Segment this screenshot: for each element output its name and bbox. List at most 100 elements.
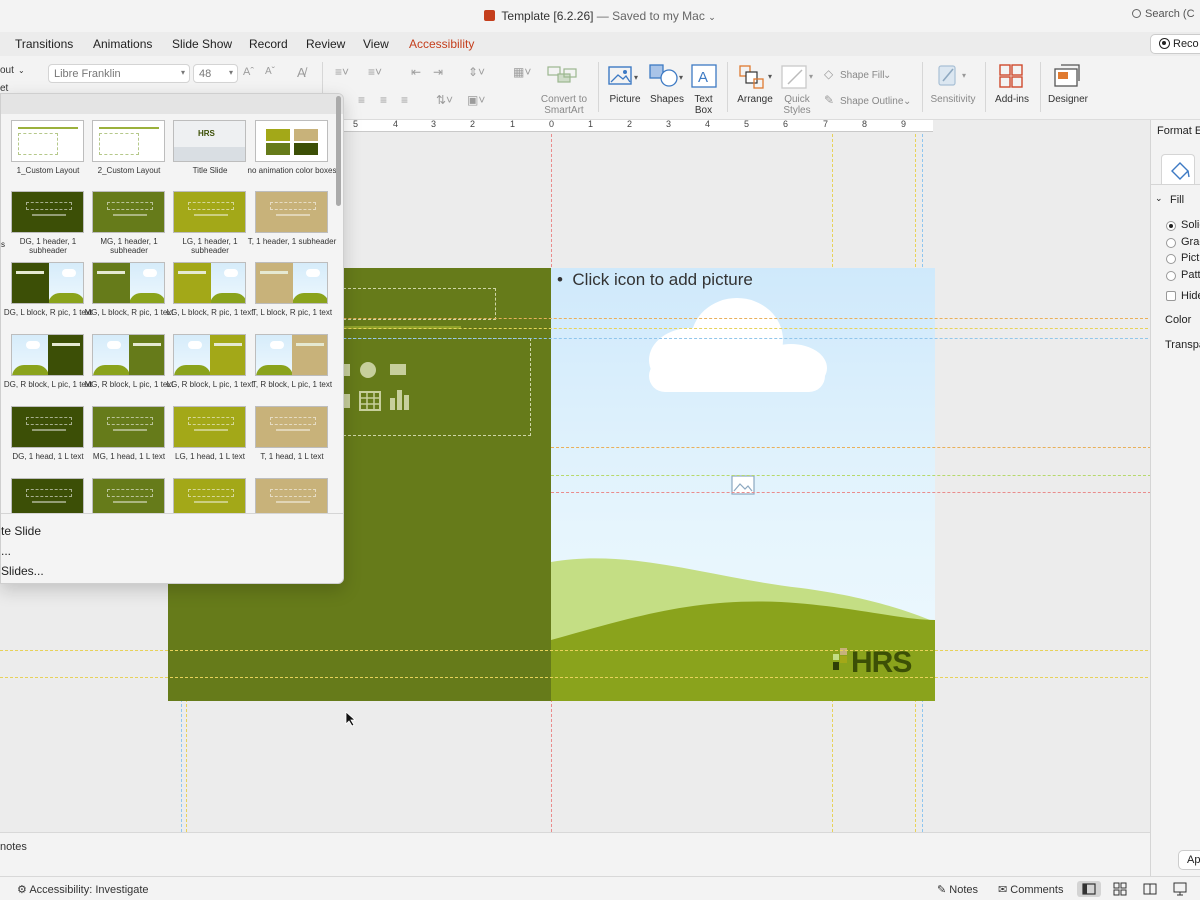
tab-accessibility[interactable]: Accessibility: [409, 37, 474, 51]
layout-thumbnail[interactable]: [255, 191, 328, 233]
search-box[interactable]: Search (C: [1132, 8, 1200, 26]
picture-placeholder[interactable]: • Click icon to add picture HRS: [551, 268, 935, 701]
tab-record[interactable]: Record: [249, 37, 288, 51]
layout-thumbnail[interactable]: [173, 334, 246, 376]
picture-fill-radio[interactable]: [1166, 254, 1176, 264]
decrease-font-icon[interactable]: Aˇ: [265, 66, 275, 77]
chevron-down-icon[interactable]: ⌄: [903, 96, 911, 107]
designer-button[interactable]: Designer: [1046, 94, 1090, 105]
add-ins-button[interactable]: Add-ins: [992, 94, 1032, 105]
layout-chevron-icon[interactable]: ⌄: [18, 65, 25, 76]
solid-fill-radio[interactable]: [1166, 221, 1176, 231]
arrange-icon[interactable]: ▾: [738, 64, 776, 90]
font-name-field[interactable]: Libre Franklin ▾: [48, 64, 190, 83]
slideshow-icon[interactable]: [1172, 881, 1188, 897]
layout-button[interactable]: out: [0, 65, 14, 76]
tab-animations[interactable]: Animations: [93, 37, 152, 51]
shape-outline-button[interactable]: Shape Outline: [840, 96, 903, 107]
fill-line-tab[interactable]: [1161, 154, 1195, 184]
smartart-icon[interactable]: [546, 65, 580, 87]
accessibility-status[interactable]: ⚙ Accessibility: Investigate: [17, 883, 149, 896]
guide-line[interactable]: [551, 447, 1151, 448]
layout-thumbnail[interactable]: [92, 478, 165, 513]
layout-thumbnail[interactable]: HRS: [173, 120, 246, 162]
shape-outline-icon[interactable]: ✎: [824, 93, 834, 107]
apply-to-all-button[interactable]: Ap: [1178, 850, 1200, 870]
shape-fill-icon[interactable]: ◇: [824, 67, 833, 81]
pattern-fill-radio[interactable]: [1166, 271, 1176, 281]
increase-indent-icon[interactable]: ⇥: [433, 65, 443, 79]
notes-pane[interactable]: notes: [0, 832, 1150, 876]
text-box-icon[interactable]: A: [691, 64, 717, 88]
layout-thumbnail[interactable]: [92, 334, 165, 376]
slide-sorter-icon[interactable]: [1112, 881, 1128, 897]
picture-button[interactable]: Picture: [606, 94, 644, 105]
layout-gallery-list[interactable]: 1_Custom Layout 2_Custom Layout HRS Title S…: [1, 94, 343, 514]
layout-thumbnail[interactable]: [255, 120, 328, 162]
gradient-fill-radio[interactable]: [1166, 238, 1176, 248]
increase-font-icon[interactable]: Aˆ: [243, 66, 254, 78]
designer-icon[interactable]: [1053, 63, 1083, 89]
quick-styles-icon[interactable]: ▾: [780, 64, 816, 90]
format-pane[interactable]: Format E ⌄ Fill Solic Grac Pictu Patt Hi…: [1150, 120, 1200, 876]
gallery-scrollbar[interactable]: [336, 96, 341, 206]
picture-icon[interactable]: ▾: [607, 65, 641, 89]
tab-view[interactable]: View: [363, 37, 389, 51]
layout-thumbnail[interactable]: [92, 120, 165, 162]
justify-icon[interactable]: ≡: [401, 93, 408, 107]
record-button[interactable]: Reco: [1150, 34, 1200, 54]
columns-icon[interactable]: ▦˅: [513, 65, 531, 79]
layout-gallery-popup[interactable]: 1_Custom Layout 2_Custom Layout HRS Title S…: [0, 93, 344, 584]
add-ins-icon[interactable]: [998, 63, 1026, 89]
notes-placeholder[interactable]: notes: [0, 841, 27, 853]
chevron-down-icon[interactable]: ⌄: [883, 70, 891, 81]
text-box-button[interactable]: Text Box: [688, 94, 719, 116]
chevron-down-icon[interactable]: ⌄: [1155, 193, 1163, 204]
layout-thumbnail[interactable]: [255, 334, 328, 376]
document-title[interactable]: Template [6.2.26] — Saved to my Mac ⌄: [0, 9, 1200, 23]
chevron-down-icon[interactable]: ⌄: [708, 12, 716, 22]
guide-line[interactable]: [0, 650, 1148, 651]
layout-thumbnail[interactable]: [92, 191, 165, 233]
convert-smartart-label[interactable]: Convert to SmartArt: [536, 94, 592, 116]
layout-thumbnail[interactable]: [173, 262, 246, 304]
duplicate-slide-menu-item[interactable]: te Slide: [1, 524, 41, 538]
layout-thumbnail[interactable]: [11, 191, 84, 233]
align-text-icon[interactable]: ▣˅: [467, 93, 485, 107]
layout-thumbnail[interactable]: [173, 478, 246, 513]
align-right-icon[interactable]: ≡: [380, 93, 387, 107]
reading-view-icon[interactable]: [1142, 881, 1158, 897]
layout-thumbnail[interactable]: [173, 406, 246, 448]
guide-line[interactable]: [551, 475, 1151, 476]
hide-background-checkbox[interactable]: [1166, 291, 1176, 301]
numbering-icon[interactable]: ≡˅: [368, 65, 382, 79]
fill-section-header[interactable]: Fill: [1170, 194, 1184, 206]
comments-toggle[interactable]: ✉ Comments: [998, 883, 1063, 896]
quick-styles-button[interactable]: Quick Styles: [777, 94, 817, 116]
layout-thumbnail[interactable]: [11, 120, 84, 162]
tab-review[interactable]: Review: [306, 37, 345, 51]
layout-thumbnail[interactable]: [11, 334, 84, 376]
sensitivity-icon[interactable]: ▾: [935, 63, 971, 89]
normal-view-button[interactable]: [1077, 881, 1101, 897]
content-insert-icons[interactable]: [338, 360, 418, 416]
line-spacing-icon[interactable]: ⇕˅: [468, 65, 485, 79]
bullets-icon[interactable]: ≡˅: [335, 65, 349, 79]
layout-thumbnail[interactable]: [173, 191, 246, 233]
guide-line[interactable]: [0, 677, 1148, 678]
font-size-field[interactable]: 48 ▾: [193, 64, 238, 83]
arrange-button[interactable]: Arrange: [735, 94, 775, 105]
shapes-icon[interactable]: ▾: [648, 62, 688, 90]
title-placeholder[interactable]: [343, 288, 496, 320]
layout-thumbnail[interactable]: [255, 406, 328, 448]
shape-fill-button[interactable]: Shape Fill: [840, 70, 884, 81]
layout-thumbnail[interactable]: [92, 262, 165, 304]
tab-slide-show[interactable]: Slide Show: [172, 37, 232, 51]
layout-thumbnail[interactable]: [11, 478, 84, 513]
decrease-indent-icon[interactable]: ⇤: [411, 65, 421, 79]
shapes-button[interactable]: Shapes: [648, 94, 686, 105]
guide-line[interactable]: [551, 492, 1151, 493]
reuse-menu-item[interactable]: ...: [1, 544, 11, 558]
clear-format-icon[interactable]: A̸: [297, 65, 306, 80]
layout-thumbnail[interactable]: [255, 262, 328, 304]
